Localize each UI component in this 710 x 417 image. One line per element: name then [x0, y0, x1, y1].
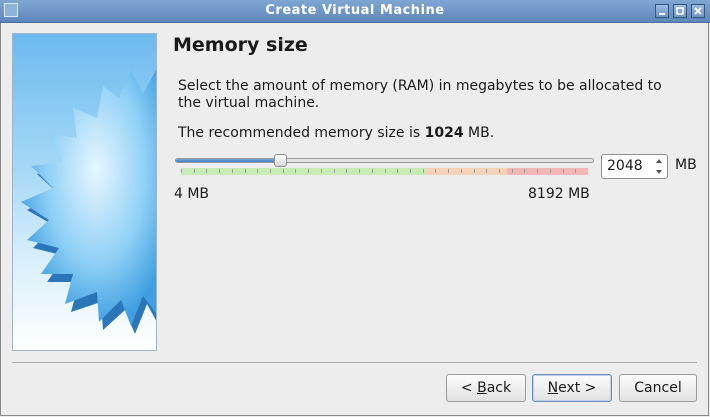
next-button-label: Next > — [548, 380, 597, 396]
minimize-icon — [659, 13, 665, 15]
starburst-graphic — [21, 69, 156, 334]
next-rest: ext > — [558, 380, 597, 396]
slider-tick-marks — [181, 169, 576, 173]
page-description: Select the amount of memory (RAM) in meg… — [178, 78, 662, 111]
memory-slider-handle[interactable] — [273, 154, 287, 167]
memory-min-label: 4 MB — [174, 186, 210, 202]
window-titlebar[interactable]: Create Virtual Machine — [0, 0, 710, 23]
button-separator — [12, 362, 697, 363]
back-rest: ack — [486, 380, 512, 396]
maximize-button[interactable] — [673, 4, 687, 18]
next-mnemonic: N — [547, 380, 559, 396]
minimize-button[interactable] — [655, 4, 669, 18]
memory-slider-fill — [176, 159, 281, 162]
spin-down-arrow-icon[interactable] — [653, 167, 665, 177]
recommended-suffix: MB. — [463, 125, 495, 141]
memory-spinbox-value[interactable]: 2048 — [607, 158, 643, 174]
back-button[interactable]: < Back — [446, 374, 526, 402]
next-button[interactable]: Next > — [532, 374, 612, 402]
back-mnemonic: B — [477, 380, 487, 396]
memory-unit-label: MB — [675, 157, 697, 173]
cancel-button[interactable]: Cancel — [619, 374, 697, 402]
back-button-label: < Back — [461, 380, 511, 396]
wizard-side-image — [12, 33, 157, 351]
spin-up-arrow-icon[interactable] — [653, 156, 665, 166]
maximize-icon — [676, 7, 684, 15]
back-prefix: < — [460, 380, 478, 396]
memory-slider-track[interactable] — [175, 158, 594, 163]
memory-max-label: 8192 MB — [528, 186, 590, 202]
recommended-prefix: The recommended memory size is — [178, 125, 425, 141]
cancel-button-label: Cancel — [634, 380, 682, 396]
window-title: Create Virtual Machine — [265, 3, 445, 18]
recommended-memory-text: The recommended memory size is 1024 MB. — [178, 125, 494, 141]
close-icon — [694, 7, 702, 15]
recommended-value: 1024 — [424, 125, 464, 141]
page-title: Memory size — [173, 34, 308, 56]
memory-spinbox[interactable]: 2048 — [601, 154, 668, 179]
memory-range-indicator — [181, 168, 588, 175]
close-button[interactable] — [691, 4, 705, 18]
